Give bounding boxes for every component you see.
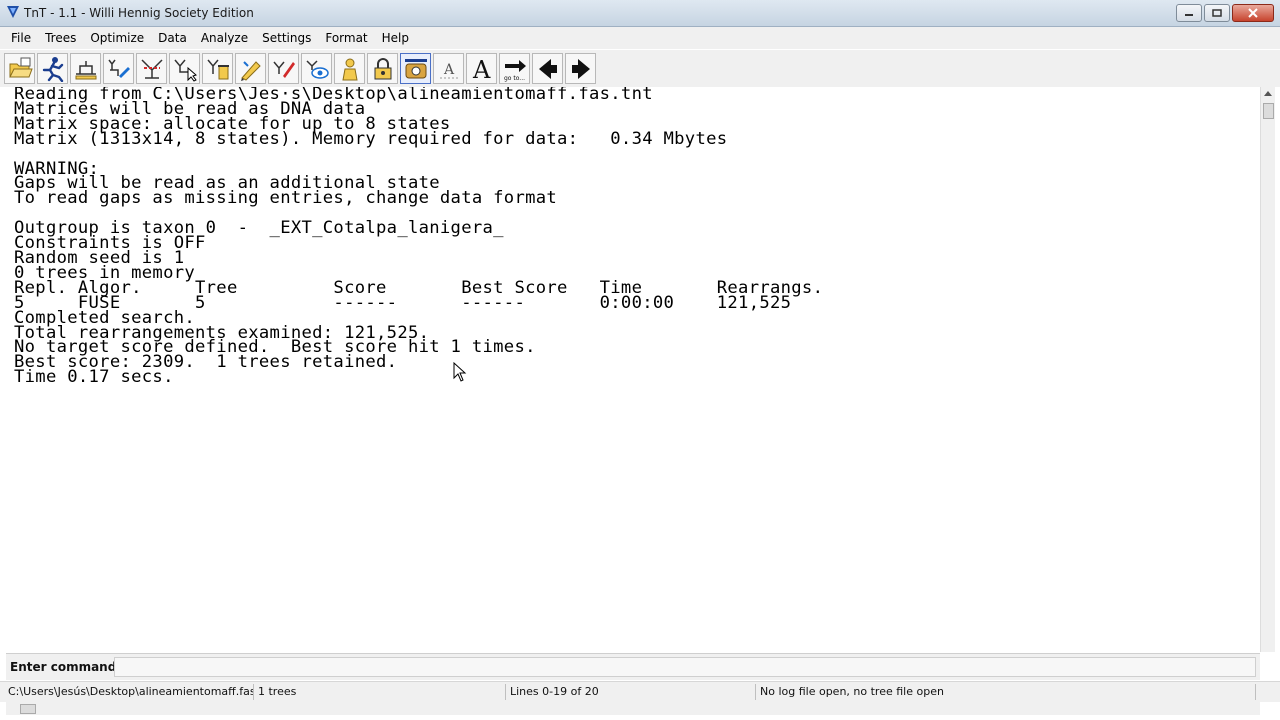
goto-button[interactable]: go to... xyxy=(499,53,530,84)
console-output[interactable]: Reading from C:\Users\Jes·s\Desktop\alin… xyxy=(6,87,1260,652)
font-large-icon: A xyxy=(472,56,491,82)
menu-analyze[interactable]: Analyze xyxy=(194,27,255,49)
title-bar: TnT - 1.1 - Willi Hennig Society Edition xyxy=(0,0,1280,27)
view-button[interactable] xyxy=(301,53,332,84)
console-line: To read gaps as missing entries, change … xyxy=(14,188,558,209)
close-icon xyxy=(1248,8,1258,18)
view-eye-icon xyxy=(305,59,329,79)
lock-button[interactable] xyxy=(367,53,398,84)
horizontal-scrollbar[interactable] xyxy=(6,701,1260,715)
forward-button[interactable] xyxy=(565,53,596,84)
status-file-path: C:\Users\Jesús\Desktop\alineamientomaff.… xyxy=(4,684,254,700)
console-line: Time 0.17 secs. xyxy=(14,367,174,388)
status-tree-count: 1 trees xyxy=(254,684,506,700)
menu-data[interactable]: Data xyxy=(151,27,194,49)
status-log: No log file open, no tree file open xyxy=(756,684,1256,700)
console-text: Reading from C:\Users\Jes·s\Desktop\alin… xyxy=(14,87,823,388)
tree-settings-icon xyxy=(75,60,96,79)
person-icon xyxy=(341,58,358,80)
tree-collapse-icon xyxy=(140,58,163,79)
lock-icon xyxy=(374,57,391,79)
tree-settings-button[interactable] xyxy=(70,53,101,84)
status-bar: C:\Users\Jesús\Desktop\alineamientomaff.… xyxy=(0,681,1280,702)
tree-edit-icon xyxy=(107,59,130,78)
pen-button[interactable] xyxy=(235,53,266,84)
back-button[interactable] xyxy=(532,53,563,84)
horizontal-scroll-thumb[interactable] xyxy=(20,704,36,714)
window-title: TnT - 1.1 - Willi Hennig Society Edition xyxy=(24,6,254,20)
brush-icon xyxy=(272,61,295,78)
font-small-icon: A xyxy=(439,62,458,78)
maximize-button[interactable] xyxy=(1204,4,1230,22)
run-search-button[interactable] xyxy=(37,53,68,84)
menu-bar: File Trees Optimize Data Analyze Setting… xyxy=(0,27,1280,49)
font-small-button[interactable]: A xyxy=(433,53,464,84)
back-arrow-icon xyxy=(538,58,557,79)
tree-delete-button[interactable] xyxy=(202,53,233,84)
vertical-scrollbar[interactable] xyxy=(1260,87,1275,652)
tnt-app-icon xyxy=(7,6,19,18)
menu-help[interactable]: Help xyxy=(375,27,416,49)
scroll-up-icon[interactable] xyxy=(1263,89,1273,97)
menu-optimize[interactable]: Optimize xyxy=(83,27,151,49)
status-lines: Lines 0-19 of 20 xyxy=(506,684,756,700)
command-label: Enter command: xyxy=(10,660,122,674)
command-input[interactable] xyxy=(114,657,1256,677)
maximize-icon xyxy=(1212,9,1222,17)
menu-trees[interactable]: Trees xyxy=(38,27,83,49)
brush-button[interactable] xyxy=(268,53,299,84)
goto-label: go to... xyxy=(504,75,525,82)
open-file-icon xyxy=(8,57,33,77)
close-button[interactable] xyxy=(1232,4,1274,22)
camera-icon xyxy=(404,58,427,78)
run-search-icon xyxy=(42,56,63,82)
tnt-window: TnT - 1.1 - Willi Hennig Society Edition… xyxy=(0,0,1280,720)
pen-icon xyxy=(240,60,261,81)
mouse-cursor-icon xyxy=(453,362,467,382)
minimize-button[interactable] xyxy=(1176,4,1202,22)
person-button[interactable] xyxy=(334,53,365,84)
tree-edit-button[interactable] xyxy=(103,53,134,84)
camera-button[interactable] xyxy=(400,53,431,84)
font-large-button[interactable]: A xyxy=(466,53,497,84)
menu-format[interactable]: Format xyxy=(318,27,374,49)
forward-arrow-icon xyxy=(571,58,590,79)
goto-icon: go to... xyxy=(504,59,526,82)
svg-text:A: A xyxy=(443,62,455,78)
svg-text:A: A xyxy=(472,56,491,82)
tree-delete-icon xyxy=(206,59,229,79)
tree-select-icon xyxy=(173,59,197,82)
toolbar: A A go to... xyxy=(0,50,1280,87)
minimize-icon xyxy=(1185,14,1193,16)
tree-select-button[interactable] xyxy=(169,53,200,84)
menu-settings[interactable]: Settings xyxy=(255,27,318,49)
command-bar: Enter command: xyxy=(6,653,1260,680)
menu-file[interactable]: File xyxy=(4,27,38,49)
console-line: Matrix (1313x14, 8 states). Memory requi… xyxy=(14,128,728,149)
open-file-button[interactable] xyxy=(4,53,35,84)
tree-collapse-button[interactable] xyxy=(136,53,167,84)
window-controls xyxy=(1176,4,1274,22)
vertical-scroll-thumb[interactable] xyxy=(1263,103,1274,119)
